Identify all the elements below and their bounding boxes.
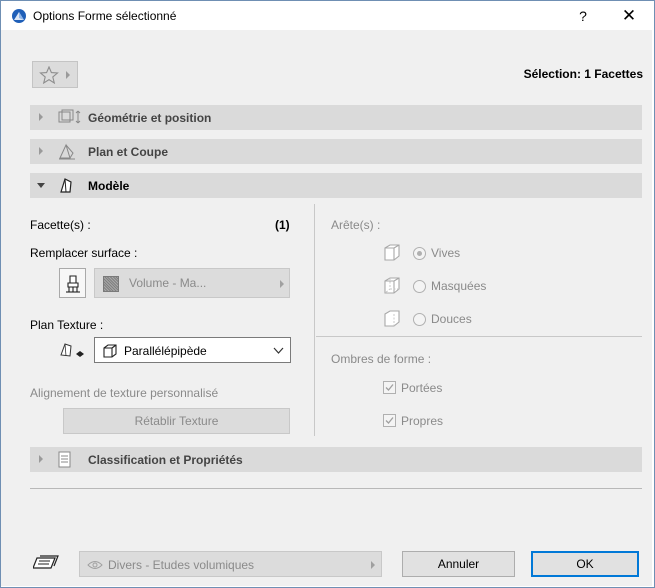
cast-shadows-label: Portées bbox=[401, 381, 443, 395]
surface-value: Volume - Ma... bbox=[129, 276, 207, 290]
expand-arrow-icon bbox=[39, 455, 43, 463]
model-icon bbox=[60, 178, 72, 193]
edge-sharp-radio[interactable] bbox=[413, 247, 426, 260]
surface-override-button[interactable] bbox=[59, 268, 86, 298]
edge-hidden-label: Masquées bbox=[431, 279, 487, 293]
surface-swatch bbox=[103, 276, 119, 292]
layer-value: Divers - Etudes volumiques bbox=[108, 558, 255, 572]
texture-projection-icon bbox=[60, 343, 84, 357]
hidden-edges-icon bbox=[384, 277, 400, 294]
help-button[interactable]: ? bbox=[573, 6, 593, 26]
panel-plan-section[interactable]: Plan et Coupe bbox=[30, 139, 642, 164]
favorites-button[interactable] bbox=[32, 61, 78, 88]
edges-label: Arête(s) : bbox=[331, 218, 381, 232]
column-divider bbox=[314, 204, 315, 436]
surface-arrow-icon bbox=[280, 280, 284, 288]
custom-alignment-label: Alignement de texture personnalisé bbox=[30, 386, 219, 400]
facets-label: Facette(s) : bbox=[30, 218, 91, 232]
checkmark-icon bbox=[385, 384, 394, 391]
eye-icon bbox=[87, 561, 103, 569]
sharp-edges-icon bbox=[384, 244, 400, 261]
window-title: Options Forme sélectionné bbox=[33, 9, 177, 23]
panel-model[interactable]: Modèle bbox=[30, 173, 642, 198]
layer-arrow-icon bbox=[371, 561, 375, 569]
ok-button[interactable]: OK bbox=[531, 551, 639, 577]
edge-smooth-radio[interactable] bbox=[413, 313, 426, 326]
chevron-down-icon bbox=[273, 347, 284, 354]
edge-hidden-radio[interactable] bbox=[413, 280, 426, 293]
replace-surface-label: Remplacer surface : bbox=[30, 246, 138, 260]
facets-count: (1) bbox=[275, 218, 290, 232]
self-shadows-label: Propres bbox=[401, 414, 444, 428]
favorites-arrow-icon bbox=[66, 71, 70, 79]
layer-select[interactable]: Divers - Etudes volumiques bbox=[79, 551, 382, 577]
expand-arrow-icon bbox=[39, 113, 43, 121]
expand-arrow-icon bbox=[39, 147, 43, 155]
panel-classification[interactable]: Classification et Propriétés bbox=[30, 447, 642, 472]
smooth-edges-icon bbox=[384, 310, 400, 327]
document-icon bbox=[58, 451, 71, 468]
texture-value: Parallélépipède bbox=[124, 344, 207, 358]
edge-smooth-label: Douces bbox=[431, 312, 472, 326]
panel-model-label: Modèle bbox=[88, 179, 130, 193]
selection-info: Sélection: 1 Facettes bbox=[523, 67, 643, 81]
cancel-button[interactable]: Annuler bbox=[402, 551, 515, 577]
collapse-arrow-icon bbox=[37, 183, 45, 188]
archicad-app-icon bbox=[12, 9, 26, 23]
plan-section-icon bbox=[59, 143, 75, 160]
cast-shadows-checkbox[interactable] bbox=[383, 381, 396, 394]
title-bar: Options Forme sélectionné ? ✕ bbox=[1, 1, 654, 31]
panel-classification-label: Classification et Propriétés bbox=[88, 453, 243, 467]
surface-select[interactable]: Volume - Ma... bbox=[94, 268, 290, 298]
footer-divider bbox=[30, 488, 642, 489]
star-icon bbox=[39, 66, 59, 84]
reset-texture-button[interactable]: Rétablir Texture bbox=[63, 408, 290, 434]
shadows-label: Ombres de forme : bbox=[331, 352, 432, 366]
paint-brush-icon bbox=[66, 275, 80, 293]
texture-select[interactable]: Parallélépipède bbox=[94, 337, 291, 363]
panel-plan-section-label: Plan et Coupe bbox=[88, 145, 169, 159]
close-button[interactable]: ✕ bbox=[618, 6, 640, 26]
checkmark-icon bbox=[385, 417, 394, 424]
geometry-icon bbox=[58, 109, 81, 124]
plan-texture-label: Plan Texture : bbox=[30, 318, 104, 332]
panel-geometry-label: Géométrie et position bbox=[88, 111, 212, 125]
section-divider bbox=[316, 336, 642, 337]
box-icon bbox=[103, 344, 117, 358]
edge-sharp-label: Vives bbox=[431, 246, 461, 260]
panel-geometry[interactable]: Géométrie et position bbox=[30, 105, 642, 130]
layer-icon bbox=[33, 555, 59, 569]
self-shadows-checkbox[interactable] bbox=[383, 414, 396, 427]
